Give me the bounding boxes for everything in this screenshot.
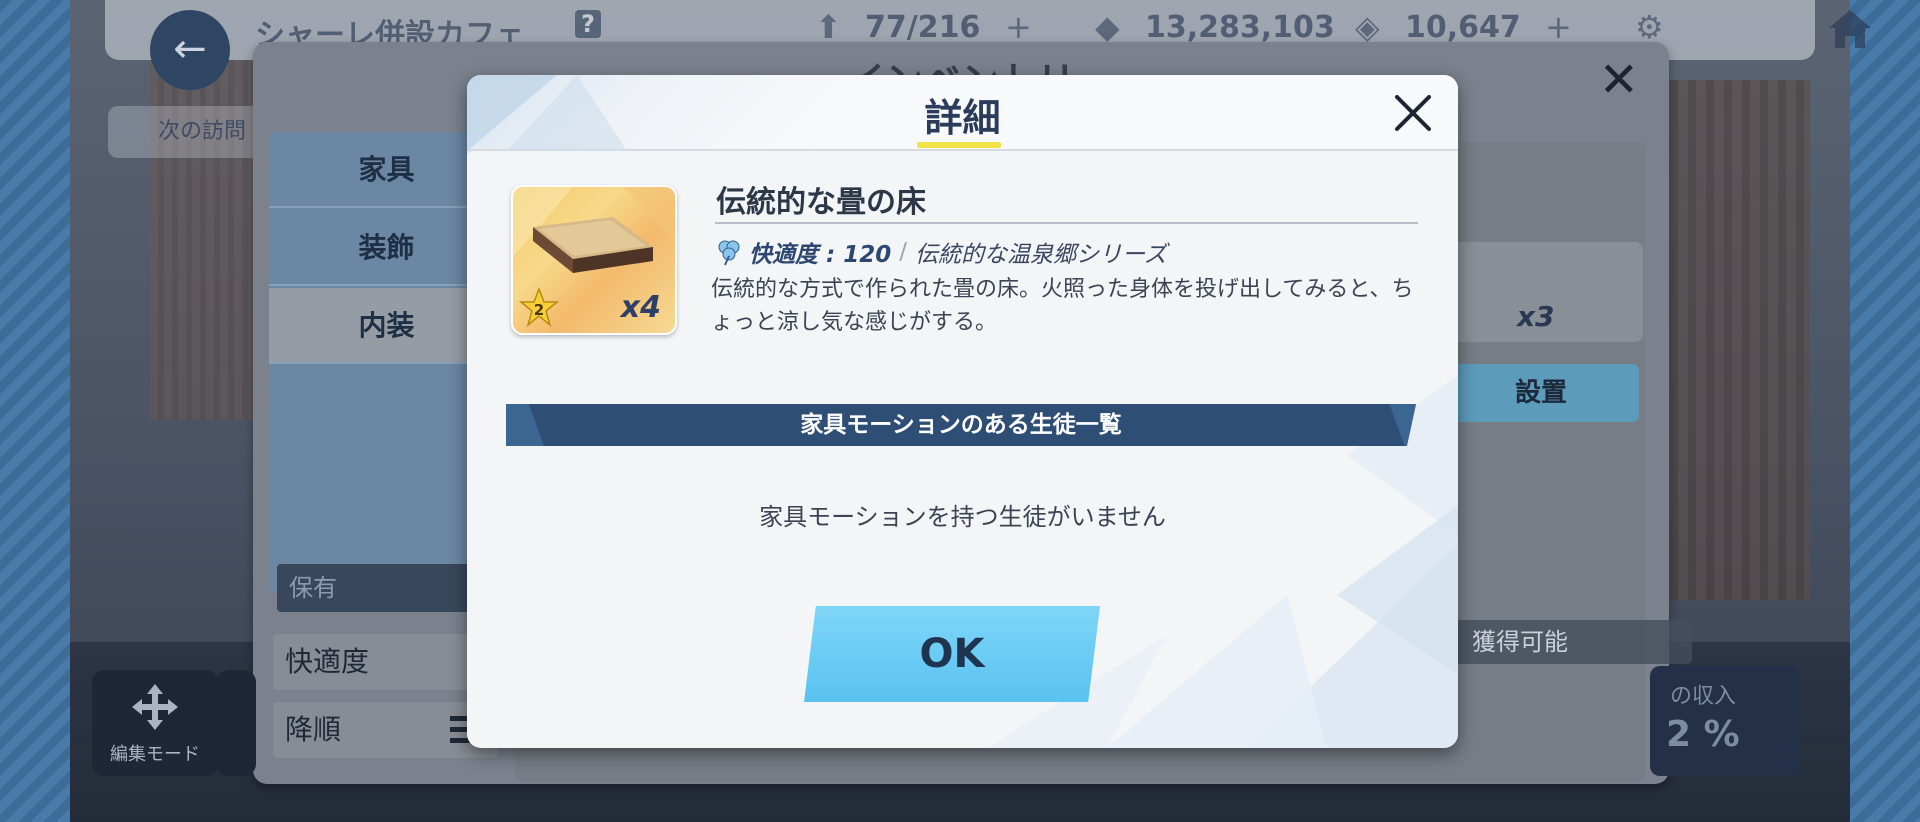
edit-mode-button[interactable]: 編集モード xyxy=(92,670,218,776)
gear-icon[interactable]: ⚙ xyxy=(1635,8,1664,46)
close-icon[interactable] xyxy=(1391,91,1435,135)
motion-header-label: 家具モーションのある生徒一覧 xyxy=(800,412,1122,438)
motion-student-list-header: 家具モーションのある生徒一覧 xyxy=(506,404,1416,446)
visitor-icon: ⬆ xyxy=(815,8,842,46)
place-button[interactable]: 設置 xyxy=(1443,364,1639,422)
item-count: x4 xyxy=(620,290,661,325)
credit-count: 13,283,103 xyxy=(1145,10,1335,45)
help-icon[interactable]: ? xyxy=(575,10,601,38)
home-icon[interactable] xyxy=(1825,6,1875,52)
credit-icon: ◆ xyxy=(1095,8,1120,46)
add-visitor-plus-icon[interactable]: + xyxy=(1005,8,1032,46)
item-name: 伝統的な畳の床 xyxy=(716,185,926,220)
income-panel[interactable]: の収入 2 % xyxy=(1650,666,1800,776)
no-motion-students-message: 家具モーションを持つ生徒がいません xyxy=(759,503,1166,531)
move-arrows-icon xyxy=(132,684,178,730)
rarity-star-icon: 2 xyxy=(519,287,559,327)
sort-order-label: 降順 xyxy=(285,713,342,746)
hold-filter[interactable]: 保有 xyxy=(277,564,497,612)
detail-dialog: 詳細 2 x4 伝統的な畳の床 快適度 : 120 / 伝統的な温泉郷シリーズ … xyxy=(467,75,1458,748)
item-thumbnail: 2 x4 xyxy=(511,185,677,335)
dialog-header: 詳細 xyxy=(467,75,1458,151)
inventory-close-icon[interactable]: ✕ xyxy=(1599,56,1639,104)
series-separator: / xyxy=(899,239,907,265)
income-value: 2 % xyxy=(1666,714,1740,755)
add-gem-plus-icon[interactable]: + xyxy=(1545,8,1572,46)
item-description: 伝統的な方式で作られた畳の床。火照った身体を投げ出してみると、ちょっと涼し気な感… xyxy=(711,277,1414,335)
comfort-value: 快適度 : 120 xyxy=(749,242,892,268)
clover-icon xyxy=(718,240,740,266)
dialog-title: 詳細 xyxy=(924,96,1001,140)
inventory-item-count: x3 xyxy=(1517,300,1555,333)
visitor-count: 77/216 xyxy=(865,10,981,45)
sort-field-select[interactable]: 快適度 xyxy=(273,634,498,690)
series-name: 伝統的な温泉郷シリーズ xyxy=(914,242,1167,268)
edit-mode-label: 編集モード xyxy=(110,744,200,765)
income-label: の収入 xyxy=(1670,684,1737,709)
sort-order-select[interactable]: 降順 xyxy=(273,702,498,758)
gem-count: 10,647 xyxy=(1405,10,1521,45)
back-arrow-button[interactable]: ← xyxy=(150,10,230,90)
name-divider xyxy=(715,222,1418,224)
rarity-value: 2 xyxy=(534,301,544,319)
ok-button[interactable]: OK xyxy=(804,606,1100,702)
title-underline xyxy=(917,142,1001,148)
gem-icon: ◈ xyxy=(1355,8,1380,46)
next-visit-pill[interactable]: 次の訪問 xyxy=(108,106,268,158)
secondary-mode-button[interactable] xyxy=(216,670,256,776)
comfort-series-line: 快適度 : 120 / 伝統的な温泉郷シリーズ xyxy=(715,235,1167,269)
